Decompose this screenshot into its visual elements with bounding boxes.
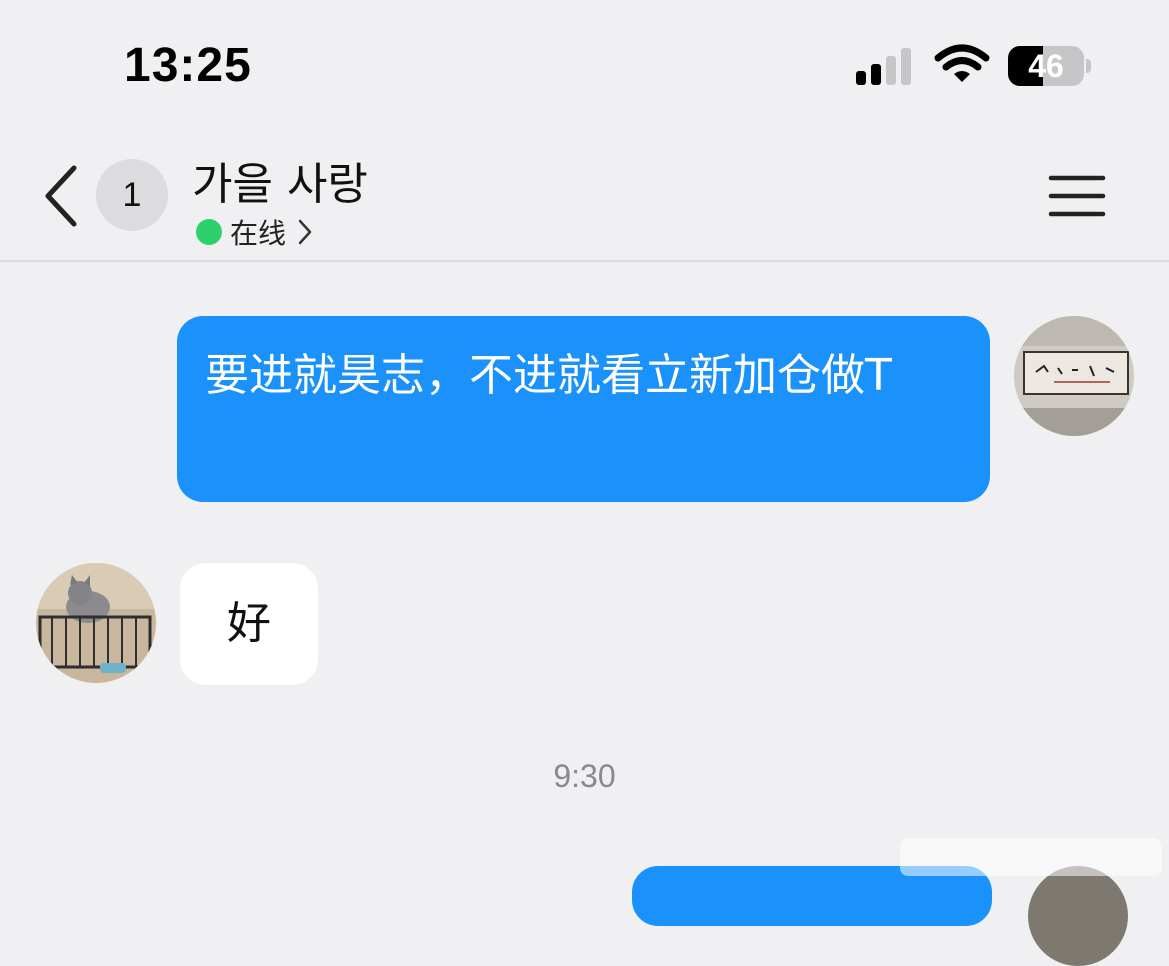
chat-header: 1 가을 사랑 在线 [0,130,1169,262]
cat-photo-image [36,563,156,683]
online-status-label: 在线 [230,217,287,250]
online-status[interactable]: 在线 [196,212,314,252]
my-avatar[interactable] [1014,316,1134,436]
status-time: 13:25 [124,39,252,92]
hamburger-menu-icon[interactable] [1048,172,1106,220]
my-avatar-partial[interactable] [1028,866,1128,966]
chevron-right-icon [298,219,312,245]
incoming-message-bubble[interactable]: 好 [180,563,318,685]
wifi-icon [934,44,990,82]
watermark-overlay [900,838,1162,876]
outgoing-message-bubble[interactable]: 要进就昊志，不进就看立新加仓做T [177,316,990,502]
online-dot-icon [196,219,222,245]
incoming-message-text: 好 [227,598,271,649]
unread-count-badge[interactable]: 1 [96,159,168,231]
battery-icon: 46 [1008,46,1084,86]
chevron-left-icon[interactable] [42,164,82,228]
cellular-signal-icon [856,47,916,85]
outgoing-message-text: 要进就昊志，不进就看立新加仓做T [205,350,892,401]
message-timestamp: 9:30 [553,758,616,794]
contact-avatar[interactable] [36,563,156,683]
chat-title: 가을 사랑 [192,159,368,210]
calligraphy-scroll-image [1014,316,1134,436]
battery-cap [1086,59,1091,73]
battery-level: 46 [1028,47,1064,84]
